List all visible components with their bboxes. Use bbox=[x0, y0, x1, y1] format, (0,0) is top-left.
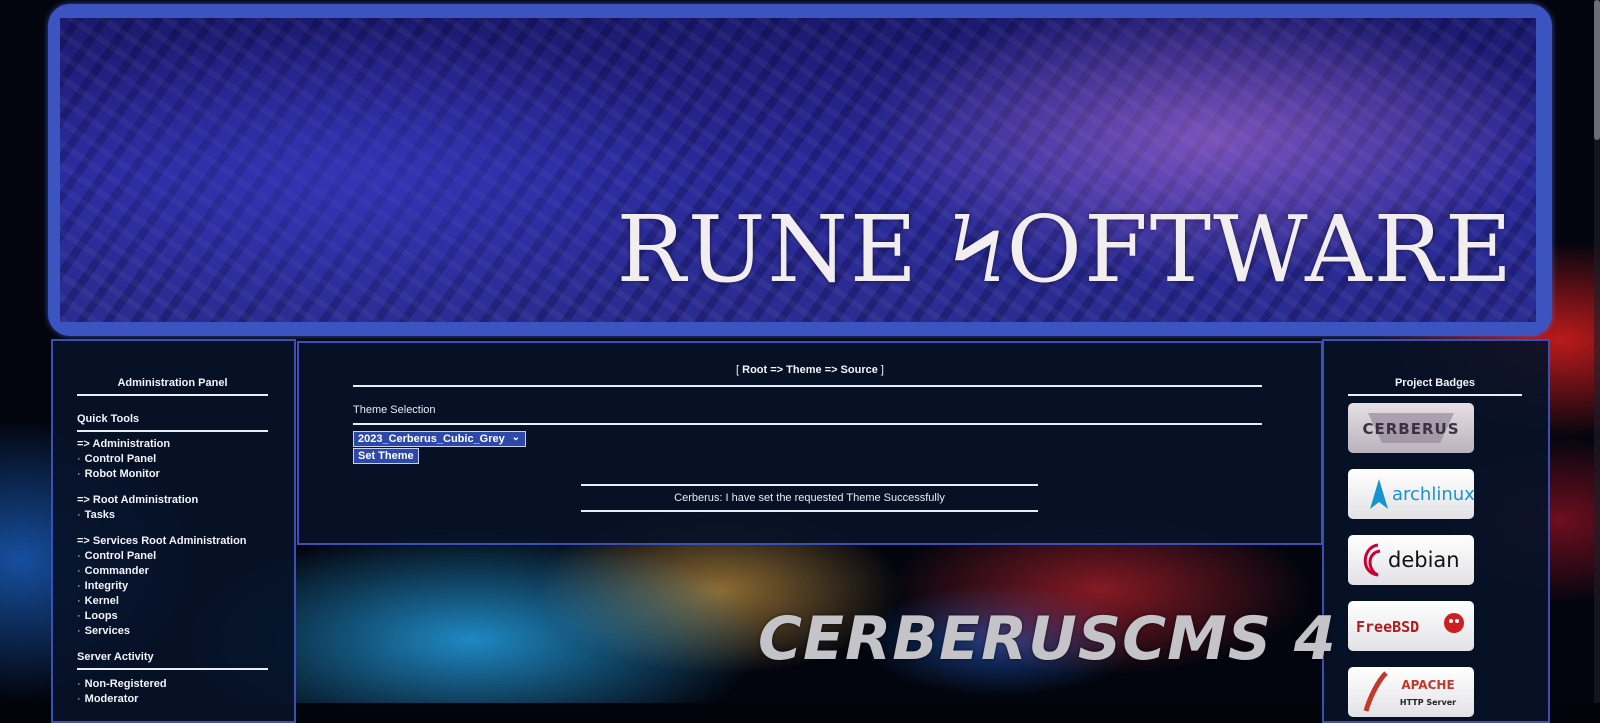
nav-non-registered[interactable]: · Non-Registered bbox=[77, 678, 167, 690]
svg-text:debian: debian bbox=[1388, 548, 1460, 572]
debian-badge[interactable]: debian bbox=[1348, 535, 1474, 585]
bullet: · bbox=[77, 580, 81, 592]
nav-label: Non-Registered bbox=[84, 678, 167, 690]
site-logo: RUNE ϞOFTWARE bbox=[616, 196, 1514, 303]
divider bbox=[77, 668, 268, 670]
nav-commander[interactable]: · Commander bbox=[77, 565, 149, 577]
nav-label: Kernel bbox=[84, 595, 119, 607]
page-scrollbar[interactable] bbox=[1594, 0, 1600, 703]
nav-label: Moderator bbox=[84, 693, 139, 705]
svg-text:archlinux: archlinux bbox=[1392, 484, 1474, 505]
nav-administration[interactable]: => Administration bbox=[77, 438, 170, 450]
nav-root-administration[interactable]: => Root Administration bbox=[77, 494, 198, 506]
server-activity-heading: Server Activity bbox=[77, 651, 154, 663]
cerberus-logo: CERBERUS bbox=[1362, 413, 1459, 443]
nav-integrity[interactable]: · Integrity bbox=[77, 580, 128, 592]
divider bbox=[1348, 394, 1522, 396]
administration-panel: Administration Panel Quick Tools => Admi… bbox=[51, 339, 296, 723]
breadcrumb-close: ] bbox=[877, 364, 884, 376]
nav-label: Robot Monitor bbox=[84, 468, 160, 480]
nav-label: Commander bbox=[84, 565, 149, 577]
quick-tools-heading: Quick Tools bbox=[77, 413, 140, 425]
divider bbox=[77, 430, 268, 432]
divider bbox=[353, 423, 1262, 425]
bullet: · bbox=[77, 625, 81, 637]
nav-kernel[interactable]: · Kernel bbox=[77, 595, 119, 607]
nav-services[interactable]: · Services bbox=[77, 625, 130, 637]
nav-label: Control Panel bbox=[84, 453, 157, 465]
bullet: · bbox=[77, 468, 81, 480]
bullet: · bbox=[77, 550, 81, 562]
freebsd-badge[interactable]: FreeBSD bbox=[1348, 601, 1474, 651]
nav-label: Integrity bbox=[84, 580, 129, 592]
breadcrumb: [ Root => Theme => Source ] bbox=[299, 364, 1321, 376]
scrollbar-thumb[interactable] bbox=[1594, 0, 1600, 140]
divider bbox=[77, 394, 268, 396]
theme-panel: [ Root => Theme => Source ] Theme Select… bbox=[297, 341, 1323, 545]
apache-badge[interactable]: APACHE HTTP Server bbox=[1348, 667, 1474, 717]
project-badges-title: Project Badges bbox=[1394, 377, 1476, 389]
divider bbox=[581, 484, 1038, 486]
freebsd-logo: FreeBSD bbox=[1356, 613, 1464, 636]
bullet: · bbox=[77, 453, 81, 465]
breadcrumb-path[interactable]: Root => Theme => Source bbox=[742, 364, 878, 376]
cerberuscms-artwork-title: CERBERUSCMS 4 bbox=[758, 604, 1337, 674]
bullet: · bbox=[77, 565, 81, 577]
nav-robot-monitor[interactable]: · Robot Monitor bbox=[77, 468, 160, 480]
nav-label: Services bbox=[84, 625, 130, 637]
bullet: · bbox=[77, 693, 81, 705]
bullet: · bbox=[77, 610, 81, 622]
divider bbox=[581, 510, 1038, 512]
divider bbox=[353, 385, 1262, 387]
set-theme-button[interactable]: Set Theme bbox=[353, 448, 419, 464]
header-banner: RUNE ϞOFTWARE bbox=[48, 4, 1552, 336]
archlinux-logo: archlinux bbox=[1370, 479, 1474, 509]
bullet: · bbox=[77, 509, 81, 521]
administration-panel-title: Administration Panel bbox=[117, 377, 228, 389]
archlinux-badge[interactable]: archlinux bbox=[1348, 469, 1474, 519]
bullet: · bbox=[77, 595, 81, 607]
theme-selection-label: Theme Selection bbox=[353, 404, 436, 416]
nav-control-panel[interactable]: · Control Panel bbox=[77, 453, 156, 465]
theme-select[interactable]: 2023_Cerberus_Cubic_Grey ⌄ bbox=[353, 431, 526, 447]
nav-services-control-panel[interactable]: · Control Panel bbox=[77, 550, 156, 562]
nav-tasks[interactable]: · Tasks bbox=[77, 509, 115, 521]
nav-loops[interactable]: · Loops bbox=[77, 610, 118, 622]
apache-logo: APACHE HTTP Server bbox=[1363, 671, 1456, 712]
project-badges-panel: Project Badges CERBERUS archlinux debian… bbox=[1322, 339, 1550, 723]
cerberus-badge[interactable]: CERBERUS bbox=[1348, 403, 1474, 453]
debian-logo: debian bbox=[1363, 543, 1460, 577]
chevron-down-icon: ⌄ bbox=[511, 432, 520, 443]
nav-services-root-administration[interactable]: => Services Root Administration bbox=[77, 535, 247, 547]
nav-moderator[interactable]: · Moderator bbox=[77, 693, 138, 705]
theme-select-value: 2023_Cerberus_Cubic_Grey bbox=[358, 433, 505, 445]
banner-image: RUNE ϞOFTWARE bbox=[60, 18, 1536, 322]
bullet: · bbox=[77, 678, 81, 690]
nav-label: Tasks bbox=[84, 509, 116, 521]
svg-text:APACHE: APACHE bbox=[1401, 678, 1454, 692]
nav-label: Control Panel bbox=[84, 550, 157, 562]
status-message: Cerberus: I have set the requested Theme… bbox=[674, 492, 945, 504]
svg-text:CERBERUS: CERBERUS bbox=[1362, 420, 1459, 438]
nav-label: Loops bbox=[84, 610, 118, 622]
svg-text:FreeBSD: FreeBSD bbox=[1356, 618, 1419, 636]
